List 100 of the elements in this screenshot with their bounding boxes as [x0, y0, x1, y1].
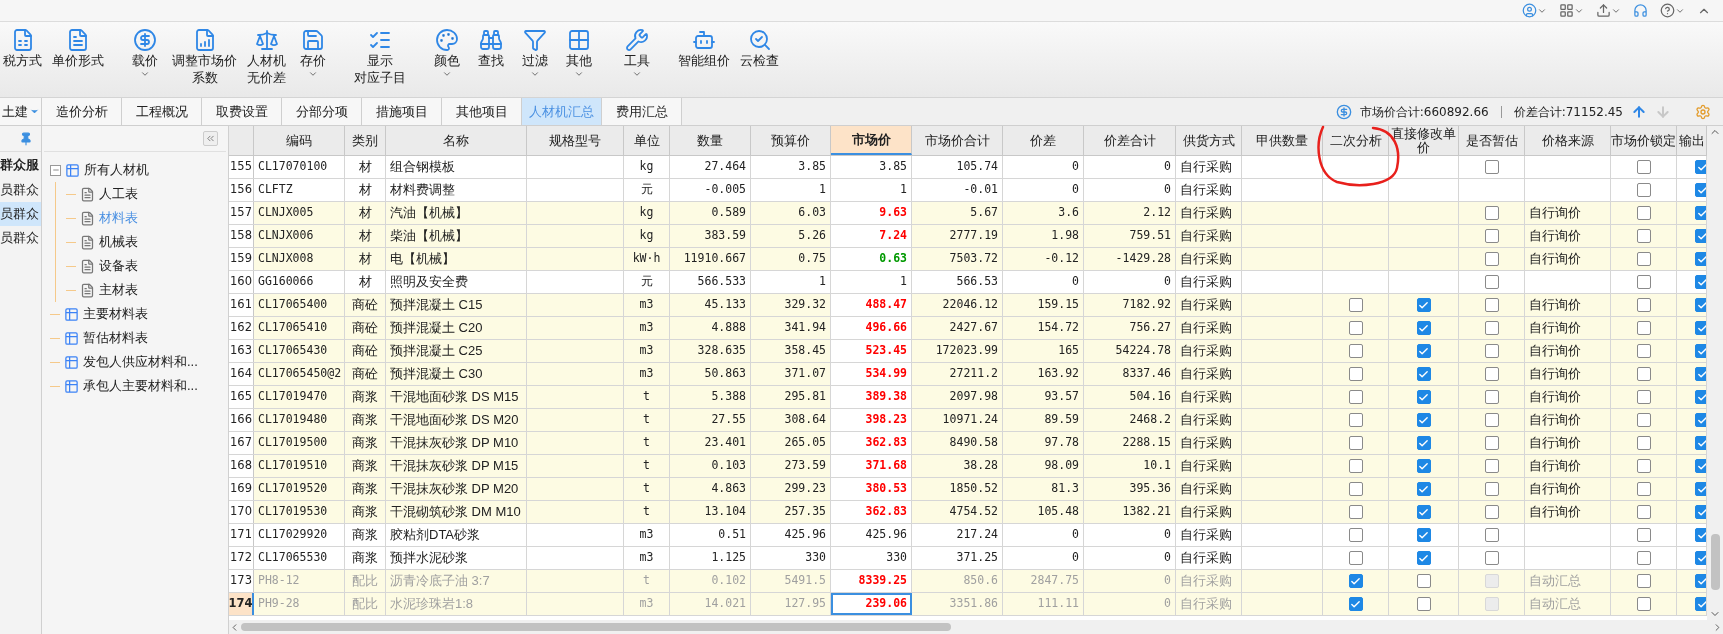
checkbox[interactable]: [1416, 459, 1431, 473]
toolbar-button[interactable]: 其他: [559, 28, 599, 79]
tree-item[interactable]: 人工表: [99, 184, 138, 204]
column-header[interactable]: 甲供数量: [1242, 126, 1323, 155]
checkbox[interactable]: [1636, 505, 1651, 519]
checkbox[interactable]: [1636, 275, 1651, 289]
checkbox[interactable]: [1484, 413, 1499, 427]
row-number[interactable]: 169: [229, 478, 254, 500]
toolbar-button[interactable]: 税方式: [0, 28, 45, 69]
tab[interactable]: 工程概况: [122, 98, 202, 125]
tab[interactable]: 造价分析: [42, 98, 122, 125]
table-row[interactable]: 161 CL17065400 商砼 预拌混凝土 C15 m3 45.133 329.32 488.47 22046.12 159.15 7182.92 自行采购 自行询价: [229, 294, 1707, 317]
checkbox[interactable]: [1636, 229, 1651, 243]
table-row[interactable]: 165 CL17019470 商浆 干混地面砂浆 DS M15 t 5.388 295.81 389.38 2097.98 93.57 504.16 自行采购 自行询价: [229, 386, 1707, 409]
checkbox[interactable]: [1348, 597, 1363, 611]
help-icon[interactable]: [1660, 3, 1675, 18]
table-row[interactable]: 156 CLFTZ 材 材料费调整 元 -0.005 1 1 -0.01 0 0 自行采购: [229, 179, 1707, 202]
checkbox[interactable]: [1484, 459, 1499, 473]
table-row[interactable]: 164 CL17065450@2 商砼 预拌混凝土 C30 m3 50.863 371.07 534.99 27211.2 163.92 8337.46 自行采购 自行询价: [229, 363, 1707, 386]
checkbox[interactable]: [1484, 344, 1499, 358]
checkbox[interactable]: [1636, 528, 1651, 542]
checkbox[interactable]: [1348, 367, 1363, 381]
checkbox[interactable]: [1348, 551, 1363, 565]
table-row[interactable]: 163 CL17065430 商砼 预拌混凝土 C25 m3 328.635 358.45 523.45 172023.99 165 54224.78 自行采购 自行询价: [229, 340, 1707, 363]
upload-icon[interactable]: [1596, 3, 1611, 18]
scrollbar-thumb[interactable]: [241, 623, 951, 631]
checkbox[interactable]: [1416, 551, 1431, 565]
table-row[interactable]: 172 CL17065530 商浆 预拌水泥砂浆 m3 1.125 330 330 371.25 0 0 自行采购: [229, 547, 1707, 570]
checkbox[interactable]: [1636, 344, 1651, 358]
toolbar-button[interactable]: 查找: [471, 28, 511, 69]
checkbox[interactable]: [1416, 321, 1431, 335]
user-icon[interactable]: [1522, 3, 1537, 18]
column-header[interactable]: 数量: [670, 126, 751, 155]
checkbox[interactable]: [1636, 574, 1651, 588]
collapse-toggle-icon[interactable]: [50, 164, 61, 176]
row-number[interactable]: 156: [229, 179, 254, 201]
tree-item[interactable]: 主要材料表: [83, 304, 148, 324]
checkbox[interactable]: [1484, 528, 1499, 542]
checkbox[interactable]: [1416, 390, 1431, 404]
table-row[interactable]: 155 CL17070100 材 组合钢模板 kg 27.464 3.85 3.85 105.74 0 0 自行采购: [229, 156, 1707, 179]
column-header[interactable]: 直接修改单价: [1389, 126, 1459, 155]
toolbar-button[interactable]: 工具: [617, 28, 657, 79]
row-number[interactable]: 171: [229, 524, 254, 546]
checkbox[interactable]: [1484, 206, 1499, 220]
checkbox[interactable]: [1484, 160, 1499, 174]
row-number[interactable]: 159: [229, 248, 254, 270]
checkbox[interactable]: [1636, 551, 1651, 565]
checkbox[interactable]: [1348, 344, 1363, 358]
table-row[interactable]: 160 GG160066 材 照明及安全费 元 566.533 1 1 566.53 0 0 自行采购: [229, 271, 1707, 294]
checkbox[interactable]: [1484, 298, 1499, 312]
checkbox[interactable]: [1484, 482, 1499, 496]
column-header[interactable]: 市场价: [831, 126, 912, 155]
checkbox[interactable]: [1348, 298, 1363, 312]
column-header[interactable]: 价格来源: [1525, 126, 1611, 155]
checkbox[interactable]: [1484, 436, 1499, 450]
column-header[interactable]: 类别: [345, 126, 386, 155]
toolbar-button[interactable]: 调整市场价 系数: [169, 28, 240, 86]
grid-icon[interactable]: [1559, 3, 1574, 18]
checkbox[interactable]: [1416, 344, 1431, 358]
row-number[interactable]: 168: [229, 455, 254, 477]
table-row[interactable]: 170 CL17019530 商浆 干混砌筑砂浆 DM M10 t 13.104 257.35 362.83 4754.52 105.48 1382.21 自行采购 自行询价: [229, 501, 1707, 524]
table-row[interactable]: 173 PH8-12 配比 沥青冷底子油 3:7 t 0.102 5491.5 8339.25 850.6 2847.75 0 自行采购 自动汇总: [229, 570, 1707, 593]
list-item[interactable]: 员群众: [0, 178, 41, 202]
column-header[interactable]: 价差: [1003, 126, 1084, 155]
table-row[interactable]: 158 CLNJX006 材 柴油【机械】 kg 383.59 5.26 7.24 2777.19 1.98 759.51 自行采购 自行询价: [229, 225, 1707, 248]
settings-icon[interactable]: [1695, 103, 1711, 120]
checkbox[interactable]: [1484, 229, 1499, 243]
checkbox[interactable]: [1636, 252, 1651, 266]
checkbox[interactable]: [1484, 367, 1499, 381]
tree-item[interactable]: 所有人材机: [84, 160, 149, 180]
tree-item[interactable]: 发包人供应材料和...: [83, 352, 198, 372]
vertical-scrollbar[interactable]: [1707, 126, 1723, 620]
checkbox[interactable]: [1416, 505, 1431, 519]
checkbox[interactable]: [1636, 206, 1651, 220]
tab[interactable]: 取费设置: [202, 98, 282, 125]
checkbox[interactable]: [1348, 459, 1363, 473]
table-row[interactable]: 162 CL17065410 商砼 预拌混凝土 C20 m3 4.888 341.94 496.66 2427.67 154.72 756.27 自行采购 自行询价: [229, 317, 1707, 340]
checkbox[interactable]: [1484, 275, 1499, 289]
toolbar-button[interactable]: 显示 对应子目: [351, 28, 409, 86]
column-header[interactable]: 编码: [254, 126, 345, 155]
toolbar-button[interactable]: 存价: [293, 28, 333, 79]
row-number[interactable]: 173: [229, 570, 254, 592]
checkbox[interactable]: [1484, 252, 1499, 266]
checkbox[interactable]: [1636, 390, 1651, 404]
table-row[interactable]: 169 CL17019520 商浆 干混抹灰砂浆 DP M20 t 4.863 299.23 380.53 1850.52 81.3 395.36 自行采购 自行询价: [229, 478, 1707, 501]
row-number[interactable]: 170: [229, 501, 254, 523]
row-number[interactable]: 163: [229, 340, 254, 362]
checkbox[interactable]: [1416, 298, 1431, 312]
checkbox[interactable]: [1636, 321, 1651, 335]
checkbox[interactable]: [1484, 321, 1499, 335]
checkbox[interactable]: [1348, 321, 1363, 335]
tree-item[interactable]: 承包人主要材料和...: [83, 376, 198, 396]
row-number[interactable]: 155: [229, 156, 254, 178]
horizontal-scrollbar[interactable]: [229, 620, 1723, 634]
column-header[interactable]: 单位: [624, 126, 670, 155]
checkbox[interactable]: [1636, 367, 1651, 381]
row-number[interactable]: 165: [229, 386, 254, 408]
table-row[interactable]: 174 PH9-28 配比 水泥珍珠岩1:8 m3 14.021 127.95 239.06 3351.86 111.11 0 自行采购 自动汇总: [229, 593, 1707, 616]
column-header[interactable]: 供货方式: [1176, 126, 1242, 155]
checkbox[interactable]: [1348, 528, 1363, 542]
